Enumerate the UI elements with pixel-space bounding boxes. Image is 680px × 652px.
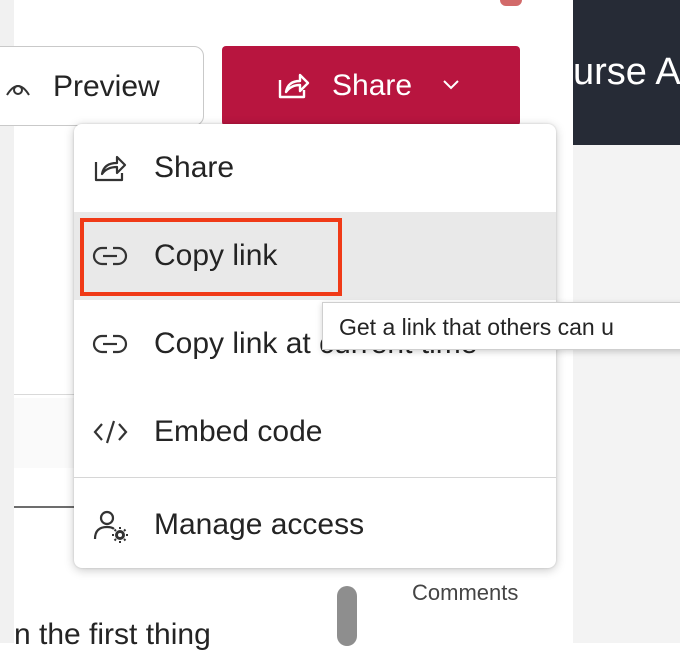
menu-item-embed-code[interactable]: Embed code (74, 388, 556, 476)
menu-item-label: Manage access (154, 508, 365, 541)
menu-item-share[interactable]: Share (74, 124, 556, 212)
preview-button-label: Preview (53, 70, 160, 103)
share-button-label: Share (332, 69, 413, 102)
comments-label: Comments (412, 580, 519, 605)
tooltip-text: Get a link that others can u (339, 314, 614, 340)
menu-item-label: Embed code (154, 415, 323, 448)
chevron-down-icon (442, 78, 460, 92)
background-divider (14, 394, 74, 395)
right-header: urse A (573, 0, 680, 145)
scrollbar-thumb[interactable] (337, 586, 357, 646)
share-icon (276, 70, 310, 102)
share-button[interactable]: Share (222, 46, 520, 126)
link-icon (92, 328, 130, 360)
preview-icon (5, 75, 31, 99)
share-icon (92, 152, 130, 184)
background-underline (14, 506, 74, 508)
menu-item-manage-access[interactable]: Manage access (74, 481, 556, 568)
tooltip: Get a link that others can u (322, 302, 680, 350)
body-text-fragment: n the first thing (14, 618, 211, 651)
highlight-annotation (80, 218, 342, 296)
right-header-title: urse A (573, 51, 680, 93)
menu-divider (74, 477, 556, 478)
background-band (14, 398, 74, 468)
notification-dot (500, 0, 522, 6)
preview-button[interactable]: Preview (0, 46, 204, 126)
manage-access-icon (92, 509, 130, 543)
menu-item-label: Share (154, 151, 235, 184)
embed-code-icon (92, 416, 130, 448)
